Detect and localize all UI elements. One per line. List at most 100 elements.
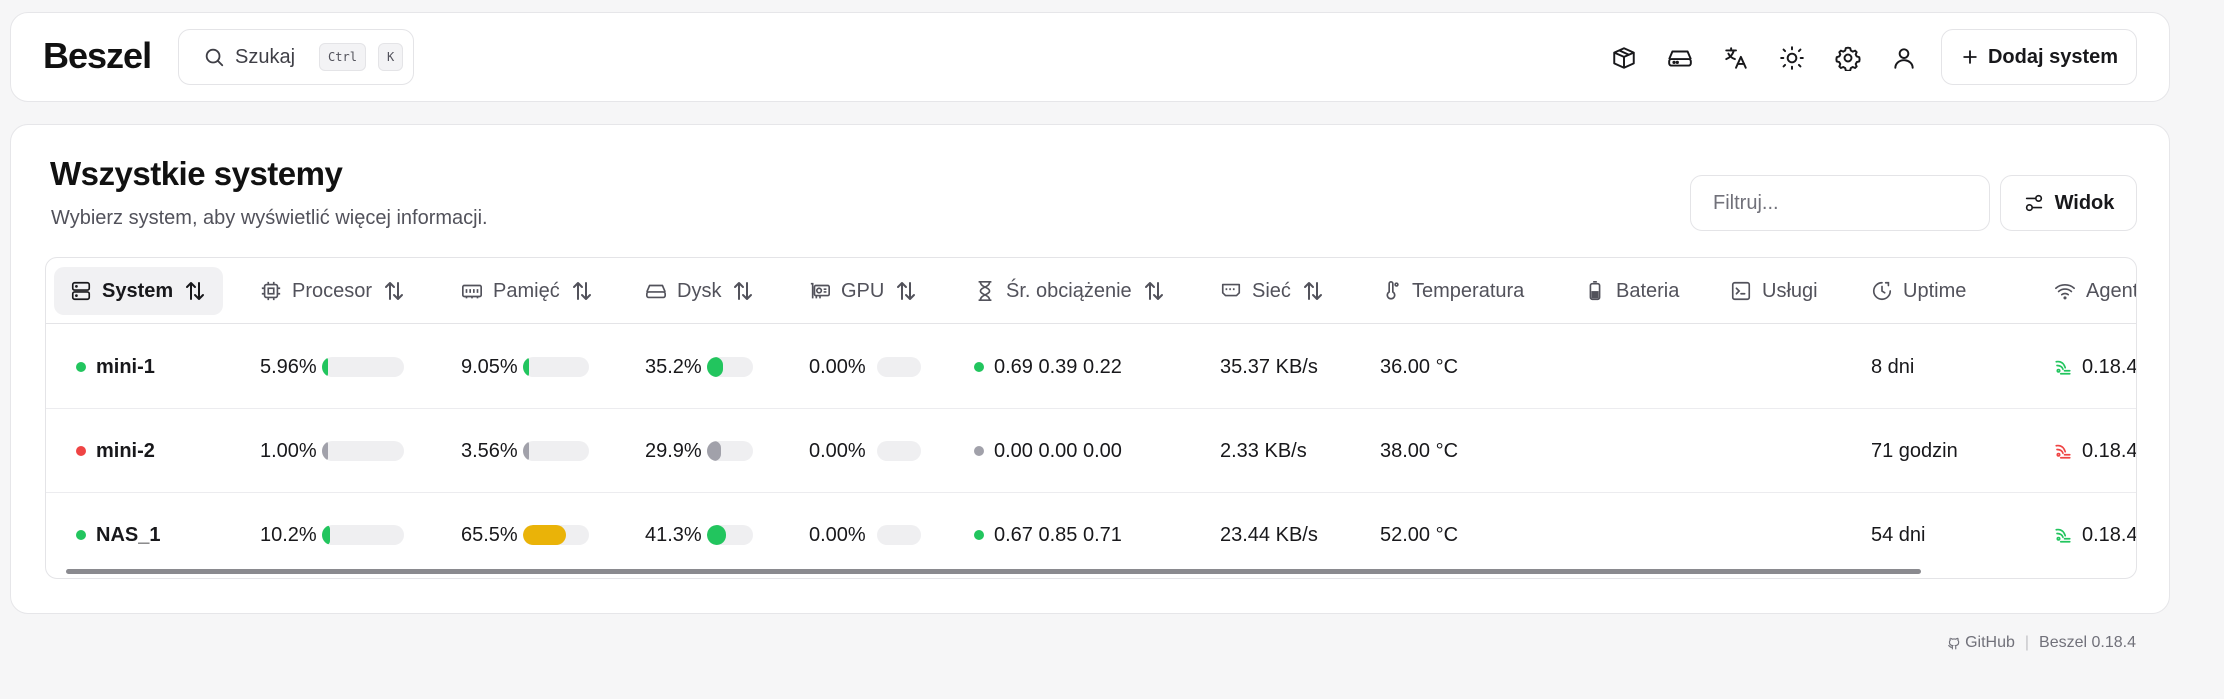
temp-value: 38.00 °C <box>1380 439 1459 462</box>
user-menu-button[interactable] <box>1887 41 1921 75</box>
server-icon <box>71 281 91 301</box>
cpu-cell: 10.2% <box>260 493 404 577</box>
memory-cell: 65.5% <box>461 493 589 577</box>
disk-bar-fill <box>707 357 723 377</box>
github-link[interactable]: GitHub <box>1947 634 2015 652</box>
load-dot <box>974 530 984 540</box>
col-memory[interactable]: Pamięć <box>461 267 594 315</box>
battery-icon <box>1589 281 1601 301</box>
language-button[interactable] <box>1719 41 1753 75</box>
system-cell[interactable]: mini-1 <box>76 325 155 409</box>
temp-cell: 52.00 °C <box>1380 493 1458 577</box>
load-cell: 0.00 0.00 0.00 <box>974 409 1122 493</box>
cpu-cell: 5.96% <box>260 325 404 409</box>
col-load[interactable]: Śr. obciążenie <box>974 267 1166 315</box>
sort-icon[interactable] <box>382 279 406 303</box>
temp-cell: 38.00 °C <box>1380 409 1458 493</box>
sun-icon <box>1780 46 1804 70</box>
horizontal-scrollbar[interactable] <box>66 569 1921 574</box>
memory-bar-fill <box>523 441 529 461</box>
disk-bar <box>707 441 753 461</box>
disk-bar <box>707 357 753 377</box>
load-cell: 0.67 0.85 0.71 <box>974 493 1122 577</box>
sort-icon[interactable] <box>894 279 918 303</box>
col-services[interactable]: Usługi <box>1730 267 1818 315</box>
status-dot <box>76 362 86 372</box>
net-value: 35.37 KB/s <box>1220 355 1318 378</box>
col-system[interactable]: System <box>54 267 224 315</box>
col-battery[interactable]: Bateria <box>1584 267 1679 315</box>
col-gpu[interactable]: GPU <box>809 267 918 315</box>
containers-button[interactable] <box>1607 41 1641 75</box>
col-net[interactable]: Sieć <box>1220 267 1325 315</box>
col-load-label: Śr. obciążenie <box>1006 279 1132 302</box>
sort-icon[interactable] <box>731 279 755 303</box>
search-button[interactable]: Szukaj Ctrl K <box>178 29 414 85</box>
disk-value: 41.3% <box>645 523 702 546</box>
system-cell[interactable]: mini-2 <box>76 409 155 493</box>
col-services-label: Usługi <box>1762 279 1818 302</box>
terminal-icon <box>1731 281 1751 301</box>
table-row[interactable]: NAS_1 10.2% 65.5% 41.3% 0.00% 0.67 0.85 0.71 2… <box>46 493 2136 577</box>
cpu-value: 5.96% <box>260 355 317 378</box>
sort-icon[interactable] <box>183 279 207 303</box>
sort-icon[interactable] <box>1301 279 1325 303</box>
status-dot <box>76 530 86 540</box>
search-label: Szukaj <box>235 45 296 68</box>
hard-drive-icon <box>1668 50 1692 67</box>
disks-button[interactable] <box>1663 41 1697 75</box>
sliders-icon <box>2025 194 2042 212</box>
memory-bar-fill <box>523 357 529 377</box>
memory-bar <box>523 357 589 377</box>
language-icon <box>1725 47 1747 69</box>
memory-bar-fill <box>523 525 566 545</box>
col-cpu[interactable]: Procesor <box>260 267 406 315</box>
sort-icon[interactable] <box>570 279 594 303</box>
add-system-button[interactable]: Dodaj system <box>1941 29 2137 85</box>
kbd-k: K <box>377 43 404 71</box>
settings-button[interactable] <box>1831 41 1865 75</box>
gpu-icon <box>810 282 830 299</box>
load-value: 0.67 0.85 0.71 <box>994 523 1122 546</box>
cpu-bar-fill <box>322 441 328 461</box>
disk-cell: 35.2% <box>645 325 753 409</box>
load-cell: 0.69 0.39 0.22 <box>974 325 1122 409</box>
table-row[interactable]: mini-2 1.00% 3.56% 29.9% 0.00% 0.00 0.00 0.00… <box>46 409 2136 493</box>
agent-version: 0.18.4 <box>2082 523 2137 546</box>
net-cell: 2.33 KB/s <box>1220 409 1307 493</box>
system-name: mini-1 <box>96 355 155 378</box>
footer-separator: | <box>2024 634 2030 651</box>
col-agent-label: Agent <box>2086 279 2137 302</box>
github-label: GitHub <box>1965 634 2015 651</box>
uptime-value: 54 dni <box>1871 523 1926 546</box>
disk-cell: 41.3% <box>645 493 753 577</box>
col-uptime[interactable]: Uptime <box>1871 267 1966 315</box>
uptime-cell: 54 dni <box>1871 493 1926 577</box>
disk-value: 35.2% <box>645 355 702 378</box>
load-value: 0.69 0.39 0.22 <box>994 355 1122 378</box>
clock-icon <box>1872 281 1892 301</box>
app-logo[interactable]: Beszel <box>43 35 152 77</box>
status-dot <box>76 446 86 456</box>
agent-status-icon <box>2055 528 2071 543</box>
view-button[interactable]: Widok <box>2000 175 2137 231</box>
col-disk[interactable]: Dysk <box>645 267 755 315</box>
systems-table: System Procesor Pamięć Dysk GPU Śr. obci… <box>45 257 2137 579</box>
table-row[interactable]: mini-1 5.96% 9.05% 35.2% 0.00% 0.69 0.39 0.22… <box>46 325 2136 409</box>
col-agent[interactable]: Agent <box>2054 267 2137 315</box>
theme-toggle[interactable] <box>1775 41 1809 75</box>
uptime-value: 71 godzin <box>1871 439 1958 462</box>
memory-value: 9.05% <box>461 355 518 378</box>
gpu-value: 0.00% <box>809 523 866 546</box>
cpu-bar-fill <box>322 357 328 377</box>
kbd-ctrl: Ctrl <box>319 43 366 71</box>
filter-input[interactable] <box>1690 175 1990 231</box>
cpu-bar <box>322 441 404 461</box>
col-temp[interactable]: Temperatura <box>1380 267 1524 315</box>
version-link[interactable]: Beszel 0.18.4 <box>2039 634 2136 652</box>
sort-icon[interactable] <box>1142 279 1166 303</box>
agent-cell: 0.18.4 <box>2054 409 2136 493</box>
system-cell[interactable]: NAS_1 <box>76 493 160 577</box>
agent-cell: 0.18.4 <box>2054 493 2137 577</box>
col-battery-label: Bateria <box>1616 279 1680 302</box>
